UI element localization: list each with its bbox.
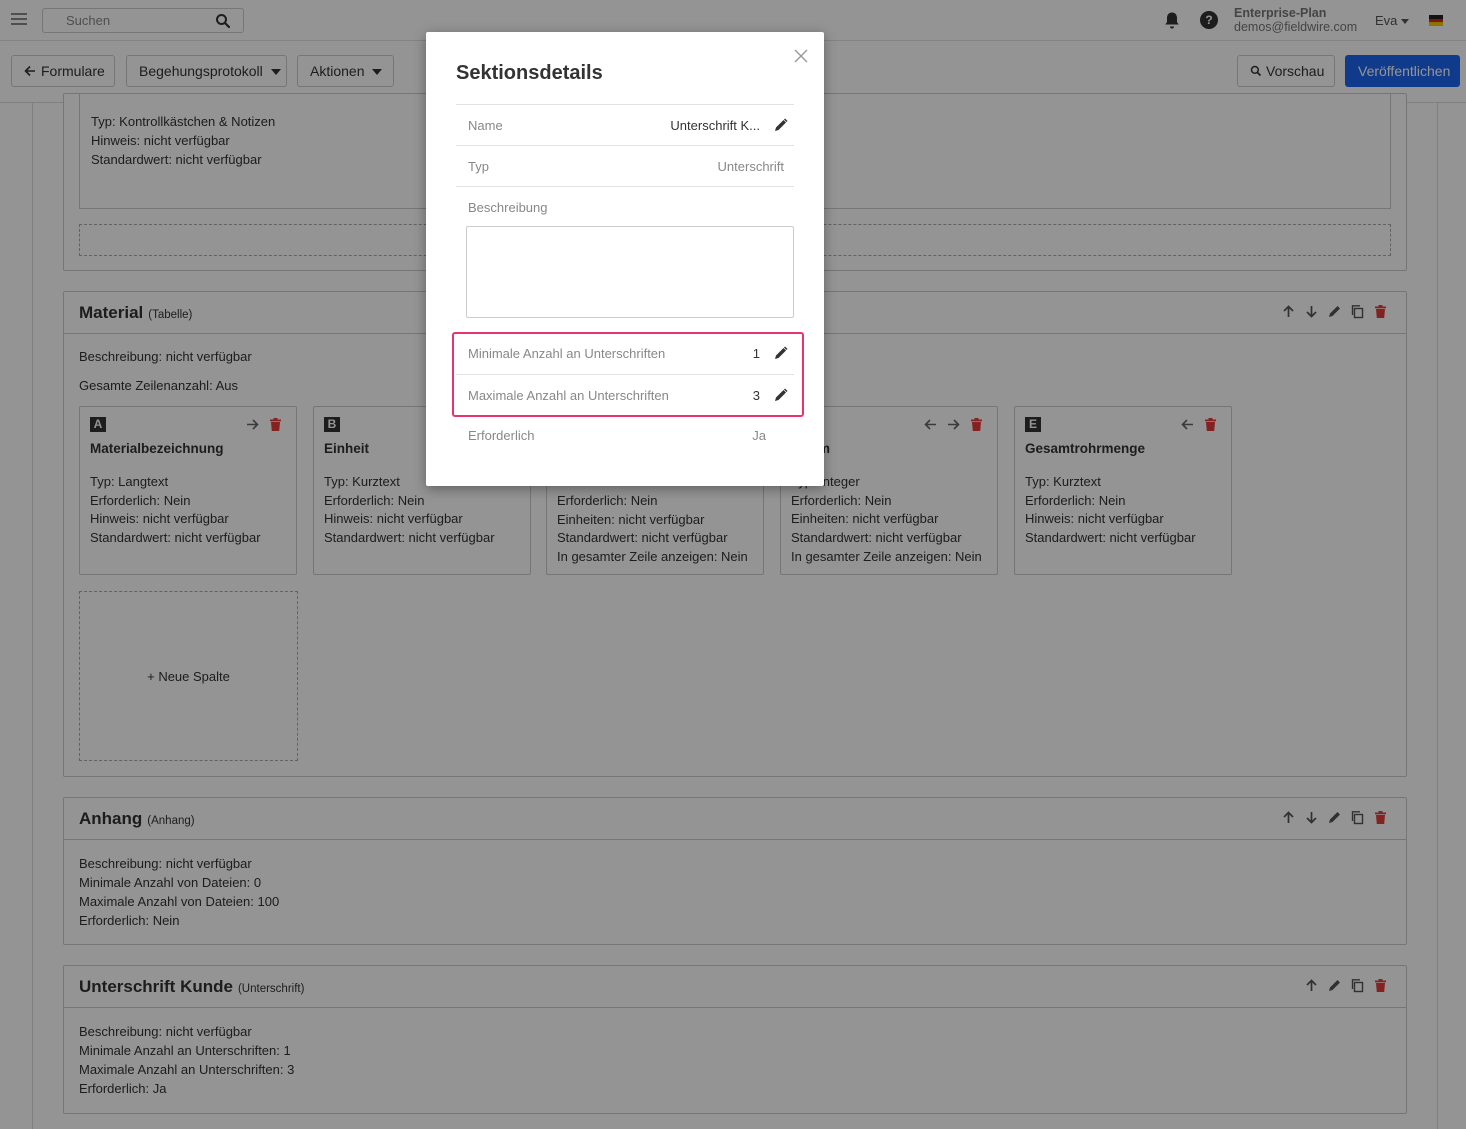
description-row: Beschreibung (456, 186, 794, 227)
pencil-icon[interactable] (773, 118, 788, 133)
type-row: Typ Unterschrift (456, 145, 794, 186)
required-value: Ja (752, 428, 766, 443)
pencil-icon[interactable] (773, 388, 788, 403)
required-label: Erforderlich (468, 428, 535, 443)
type-value: Unterschrift (717, 159, 784, 174)
name-value: Unterschrift K... (670, 118, 760, 133)
required-row: Erforderlich Ja (456, 415, 794, 456)
description-textarea[interactable] (466, 226, 794, 318)
section-details-modal: Sektionsdetails Name Unterschrift K... T… (426, 32, 824, 486)
close-icon[interactable] (794, 49, 808, 63)
pencil-icon[interactable] (773, 346, 788, 361)
max-signatures-label: Maximale Anzahl an Unterschriften (468, 388, 669, 403)
type-label: Typ (468, 159, 489, 174)
description-label: Beschreibung (468, 200, 548, 215)
max-signatures-row: Maximale Anzahl an Unterschriften 3 (456, 374, 794, 415)
name-label: Name (468, 118, 503, 133)
modal-title: Sektionsdetails (456, 62, 603, 84)
max-signatures-value: 3 (752, 388, 760, 403)
min-signatures-row: Minimale Anzahl an Unterschriften 1 (456, 333, 794, 374)
min-signatures-label: Minimale Anzahl an Unterschriften (468, 346, 666, 361)
name-row: Name Unterschrift K... (456, 104, 794, 145)
min-signatures-value: 1 (752, 346, 760, 361)
